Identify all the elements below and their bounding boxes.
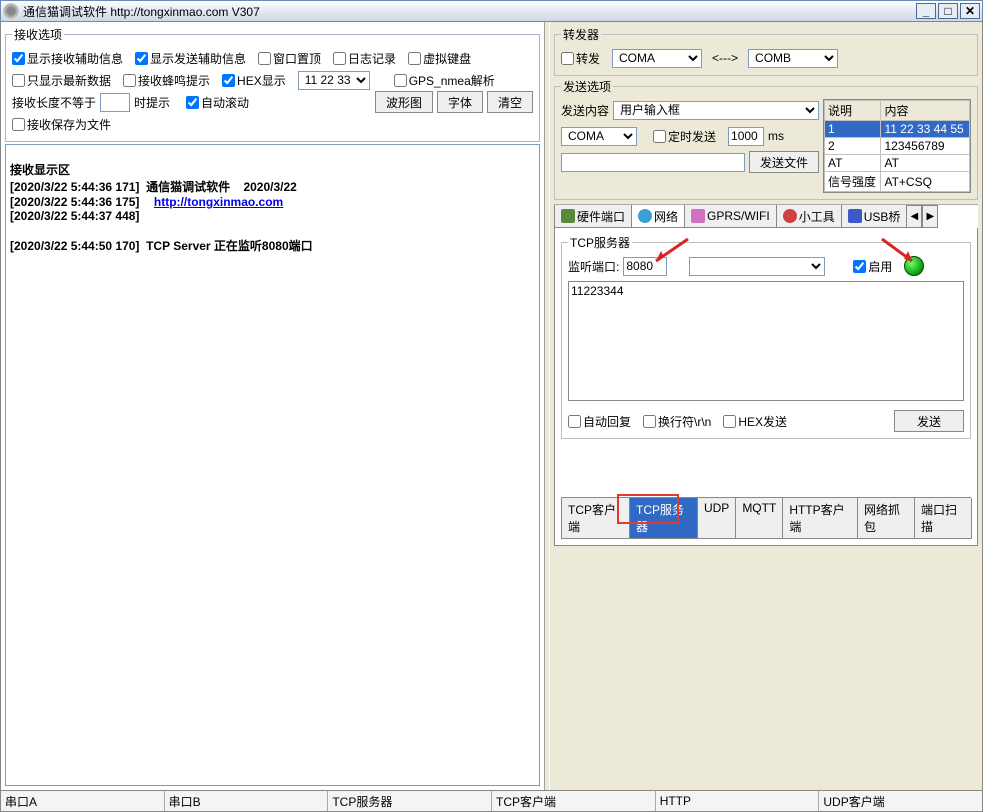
tcp-server-group: TCP服务器 监听端口: 启用 11223344 自动回复 换行符\r\n HE… [561,234,971,439]
chk-always-top[interactable]: 窗口置顶 [258,50,321,67]
recv-options-group: 接收选项 显示接收辅助信息 显示发送辅助信息 窗口置顶 日志记录 虚拟键盘 只显… [5,26,540,142]
recv-display-area[interactable]: 接收显示区 [2020/3/22 5:44:36 171] 通信猫调试软件 20… [5,144,540,786]
chk-show-recv-aux[interactable]: 显示接收辅助信息 [12,50,123,67]
maximize-button[interactable]: □ [938,3,958,19]
forward-arrow-icon: <---> [706,51,744,65]
chk-save-file[interactable]: 接收保存为文件 [12,116,111,133]
btn-send[interactable]: 发送 [894,410,964,432]
tcp-send-textarea[interactable]: 11223344 [568,281,964,401]
chk-forward[interactable]: 转发 [561,50,600,67]
subtab-udp[interactable]: UDP [697,498,736,539]
send-content-select[interactable]: 用户输入框 [613,101,819,120]
tab-usb-bridge[interactable]: USB桥 [841,205,908,228]
wifi-icon [691,209,705,223]
chk-show-send-aux[interactable]: 显示发送辅助信息 [135,50,246,67]
chk-crlf[interactable]: 换行符\r\n [643,413,711,430]
tab-network[interactable]: 网络 [631,205,685,228]
tool-icon [783,209,797,223]
chk-enable-server[interactable]: 启用 [853,258,892,275]
len-ne-label: 接收长度不等于 [12,94,96,111]
forward-from[interactable]: COMA [612,49,702,68]
len-input[interactable] [100,93,130,112]
btn-font[interactable]: 字体 [437,91,483,113]
chk-log[interactable]: 日志记录 [333,50,396,67]
status-serial-b: 串口B [165,791,329,811]
send-grid[interactable]: 说明内容 111 22 33 44 55 2123456789 ATAT 信号强… [824,100,970,192]
status-led-icon [904,256,924,276]
tab-tools[interactable]: 小工具 [776,205,842,228]
title-bar: 通信猫调试软件 http://tongxinmao.com V307 _ □ ✕ [0,0,983,22]
tcp-client-list[interactable] [689,257,825,276]
status-tcp-server: TCP服务器 [328,791,492,811]
interval-input[interactable] [728,127,764,146]
table-row[interactable]: 信号强度AT+CSQ [825,172,970,192]
minimize-button[interactable]: _ [916,3,936,19]
chk-only-new[interactable]: 只显示最新数据 [12,72,111,89]
len-hint-label: 时提示 [134,94,170,111]
app-icon [3,3,19,19]
status-tcp-client: TCP客户端 [492,791,656,811]
chk-gps[interactable]: GPS_nmea解析 [394,72,495,89]
forward-to[interactable]: COMB [748,49,838,68]
tab-hardware[interactable]: 硬件端口 [554,205,632,228]
globe-icon [638,209,652,223]
chk-hex-send[interactable]: HEX发送 [723,413,787,430]
send-options-legend: 发送选项 [561,78,613,95]
subtab-tcp-client[interactable]: TCP客户端 [561,498,630,539]
file-path-input[interactable] [561,153,745,172]
send-options-group: 发送选项 发送内容 用户输入框 COMA 定时发送 ms 发送文件 [554,78,978,200]
chk-beep[interactable]: 接收蜂鸣提示 [123,72,210,89]
btn-wave[interactable]: 波形图 [375,91,433,113]
forwarder-legend: 转发器 [561,26,601,43]
usb-icon [848,209,862,223]
chk-hex-display[interactable]: HEX显示 [222,72,286,89]
recv-options-legend: 接收选项 [12,26,64,43]
close-button[interactable]: ✕ [960,3,980,19]
tab-scroll-right[interactable]: ▶ [922,205,938,228]
hex-select[interactable]: 11 22 33 [298,71,370,90]
subtab-capture[interactable]: 网络抓包 [857,498,915,539]
status-serial-a: 串口A [1,791,165,811]
ms-label: ms [768,129,784,143]
chk-timed-send[interactable]: 定时发送 [653,128,716,145]
tcp-server-legend: TCP服务器 [568,234,632,251]
tab-scroll-left[interactable]: ◀ [906,205,922,228]
forwarder-group: 转发器 转发 COMA <---> COMB [554,26,978,76]
network-subtabstrip: TCP客户端 TCP服务器 UDP MQTT HTTP客户端 网络抓包 端口扫描 [561,497,971,539]
subtab-portscan[interactable]: 端口扫描 [914,498,972,539]
listen-port-input[interactable] [623,257,667,276]
tab-gprs-wifi[interactable]: GPRS/WIFI [684,205,777,228]
chk-auto-reply[interactable]: 自动回复 [568,413,631,430]
status-udp-client: UDP客户端 [819,791,982,811]
status-bar: 串口A 串口B TCP服务器 TCP客户端 HTTP UDP客户端 [0,790,983,812]
status-http: HTTP [656,791,820,811]
table-row[interactable]: 111 22 33 44 55 [825,121,970,138]
table-row[interactable]: ATAT [825,155,970,172]
chk-autoscroll[interactable]: 自动滚动 [186,94,249,111]
chk-vkeyboard[interactable]: 虚拟键盘 [408,50,471,67]
subtab-mqtt[interactable]: MQTT [735,498,783,539]
subtab-tcp-server[interactable]: TCP服务器 [629,498,698,539]
btn-send-file[interactable]: 发送文件 [749,151,819,173]
chip-icon [561,209,575,223]
network-tab-content: TCP服务器 监听端口: 启用 11223344 自动回复 换行符\r\n HE… [554,228,978,546]
main-tabstrip: 硬件端口 网络 GPRS/WIFI 小工具 USB桥 ◀ ▶ [554,204,978,228]
link-tongxinmao[interactable]: http://tongxinmao.com [154,195,283,209]
window-title: 通信猫调试软件 http://tongxinmao.com V307 [23,3,260,20]
btn-clear[interactable]: 清空 [487,91,533,113]
subtab-http-client[interactable]: HTTP客户端 [782,498,858,539]
table-row[interactable]: 2123456789 [825,138,970,155]
send-port-select[interactable]: COMA [561,127,637,146]
listen-port-label: 监听端口: [568,258,619,275]
send-content-label: 发送内容 [561,102,609,119]
